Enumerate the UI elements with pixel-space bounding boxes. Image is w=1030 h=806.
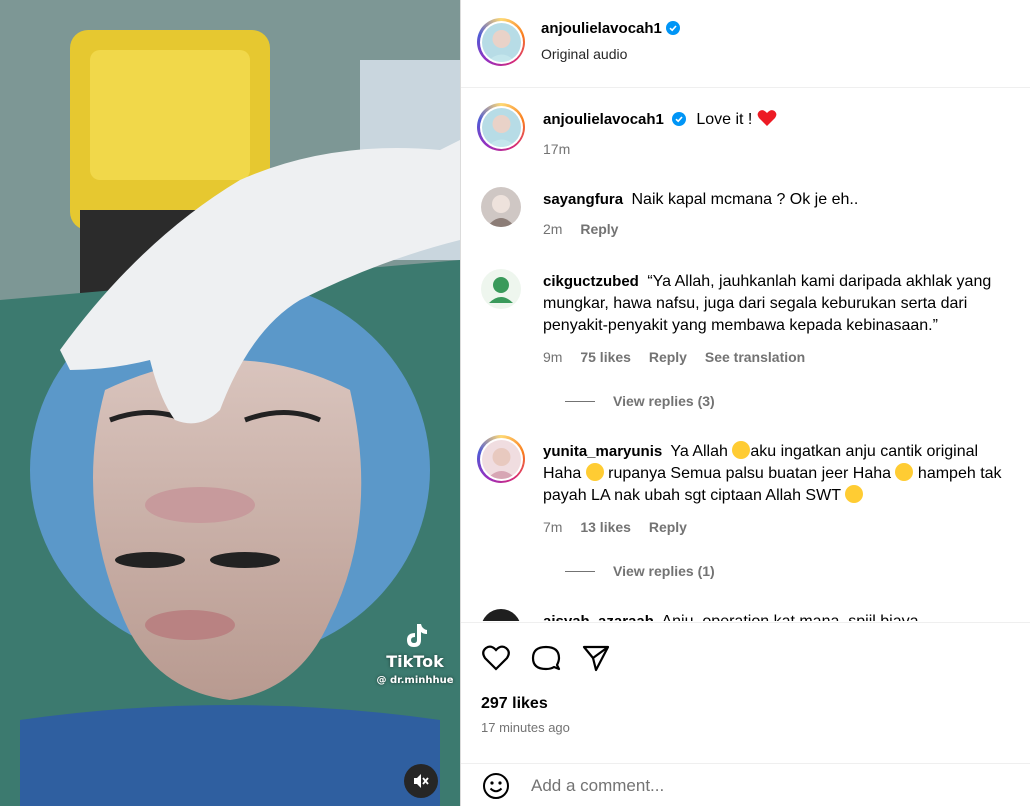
tiktok-logo-icon [400,620,430,650]
comment-meta: 9m 75 likes Reply See translation [543,349,819,365]
author-username[interactable]: anjoulielavocah1 [541,20,662,37]
sad-emoji-icon [845,485,864,503]
like-button[interactable] [481,643,511,673]
comment-message: Naik kapal mcmana ? Ok je eh.. [631,191,859,208]
action-icons-row [481,643,611,673]
comment-bubble-icon [531,645,561,671]
commenter-avatar[interactable] [481,609,521,621]
view-replies-label: View replies (1) [613,563,715,579]
view-replies-label: View replies (3) [613,393,715,409]
verified-badge-icon [665,21,680,35]
verified-badge-icon [671,112,686,126]
reply-button[interactable]: Reply [649,349,687,365]
comment-likes[interactable]: 13 likes [580,519,631,535]
rolling-laughing-emoji-icon [895,463,914,481]
reply-button[interactable]: Reply [649,519,687,535]
commenter-avatar[interactable] [477,435,525,483]
comment-item: aisyah_azaraah Anju, operation kat mana,… [477,609,1017,621]
author-name-row: anjoulielavocah1 [541,20,680,38]
comment-meta: 17m [543,141,584,157]
add-comment-bar [461,763,1030,806]
commenter-avatar[interactable] [477,103,525,151]
smiley-icon [483,772,509,799]
comment-button[interactable] [531,643,561,673]
post-time: 17 minutes ago [481,720,570,735]
commenter-username[interactable]: sayangfura [543,191,623,208]
commenter-avatar[interactable] [481,269,521,309]
commenter-username[interactable]: yunita_maryunis [543,443,662,460]
comment-time[interactable]: 9m [543,349,562,365]
comment-time[interactable]: 7m [543,519,562,535]
comment-text: anjoulielavocah1 Love it ! [543,109,1017,131]
paper-plane-icon [582,645,610,672]
commenter-username[interactable]: anjoulielavocah1 [543,111,664,128]
comment-input[interactable] [531,775,991,796]
commenter-username[interactable]: cikguctzubed [543,273,639,290]
comment-item: yunita_maryunis Ya Allah aku ingatkan an… [477,435,1017,589]
original-audio-link[interactable]: Original audio [541,46,627,62]
mute-button[interactable] [404,764,438,798]
comment-message: Anju, operation kat mana, spjjl biaya [661,613,918,621]
author-avatar[interactable] [477,18,525,66]
laughing-emoji-icon [585,463,604,481]
caption-comment: anjoulielavocah1 Love it ! 17m [477,103,1017,173]
comment-time[interactable]: 2m [543,221,562,237]
view-replies-button[interactable]: View replies (3) [565,393,715,409]
heart-outline-icon [482,645,510,671]
post-media[interactable]: TikTok @ dr.minhhue [0,0,460,806]
speaker-muted-icon [414,774,429,788]
replies-divider [565,400,595,402]
comment-text: cikguctzubed “Ya Allah, jauhkanlah kami … [543,271,1017,337]
comment-meta: 2m Reply [543,221,632,237]
commenter-username[interactable]: aisyah_azaraah [543,613,654,621]
comment-text: yunita_maryunis Ya Allah aku ingatkan an… [543,441,1017,507]
view-replies-button[interactable]: View replies (1) [565,563,715,579]
see-translation-button[interactable]: See translation [705,349,805,365]
comment-text: aisyah_azaraah Anju, operation kat mana,… [543,611,1017,621]
comment-item: sayangfura Naik kapal mcmana ? Ok je eh.… [477,187,1017,243]
tiktok-watermark: TikTok @ dr.minhhue [370,620,460,686]
red-heart-icon [757,110,777,126]
comment-message-part: rupanya Semua palsu buatan jeer Haha [608,465,892,482]
post-details-panel: anjoulielavocah1 Original audio anjoulie… [460,0,1030,806]
commenter-avatar[interactable] [481,187,521,227]
likes-count[interactable]: 297 likes [481,695,548,713]
comment-text: sayangfura Naik kapal mcmana ? Ok je eh.… [543,189,1017,211]
post-header: anjoulielavocah1 Original audio [461,0,1030,88]
comments-list: anjoulielavocah1 Love it ! 17m sayangfur… [461,89,1030,621]
tiktok-brand-text: TikTok [386,652,444,671]
comment-item: cikguctzubed “Ya Allah, jauhkanlah kami … [477,269,1017,409]
share-button[interactable] [581,643,611,673]
comment-message: Love it ! [696,111,753,128]
comment-likes[interactable]: 75 likes [580,349,631,365]
replies-divider [565,570,595,572]
comment-message-part: Ya Allah [670,443,728,460]
reply-button[interactable]: Reply [580,221,618,237]
tiktok-handle: @ dr.minhhue [376,675,454,686]
post-actions: 297 likes 17 minutes ago [461,622,1030,806]
laughing-emoji-icon [732,441,751,459]
emoji-picker-button[interactable] [481,771,511,801]
comment-time[interactable]: 17m [543,141,570,157]
comment-meta: 7m 13 likes Reply [543,519,701,535]
